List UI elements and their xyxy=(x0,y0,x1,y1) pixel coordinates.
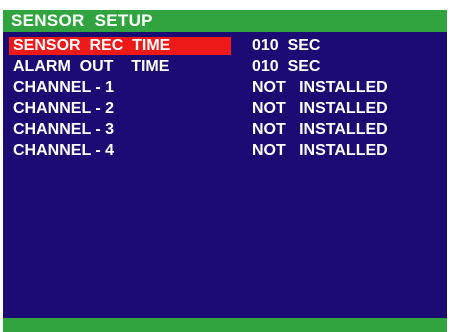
status-bar xyxy=(3,318,447,332)
menu-item-label[interactable]: ALARM OUT TIME xyxy=(9,58,231,76)
menu-item-value[interactable]: 010 SEC xyxy=(252,37,320,55)
menu-item-label[interactable]: SENSOR REC TIME xyxy=(9,37,231,55)
menu-item-value[interactable]: NOT INSTALLED xyxy=(252,100,388,118)
menu-row-sensor-rec-time[interactable]: SENSOR REC TIME 010 SEC xyxy=(3,37,447,55)
menu-row-channel-3[interactable]: CHANNEL - 3 NOT INSTALLED xyxy=(3,121,447,139)
menu-row-alarm-out-time[interactable]: ALARM OUT TIME 010 SEC xyxy=(3,58,447,76)
menu-row-channel-1[interactable]: CHANNEL - 1 NOT INSTALLED xyxy=(3,79,447,97)
menu-item-value[interactable]: 010 SEC xyxy=(252,58,320,76)
menu-item-label[interactable]: CHANNEL - 1 xyxy=(9,79,231,97)
osd-screen: SENSOR SETUP SENSOR REC TIME 010 SEC ALA… xyxy=(3,10,447,332)
menu-item-label[interactable]: CHANNEL - 2 xyxy=(9,100,231,118)
menu-row-channel-4[interactable]: CHANNEL - 4 NOT INSTALLED xyxy=(3,142,447,160)
menu-item-value[interactable]: NOT INSTALLED xyxy=(252,121,388,139)
menu-title: SENSOR SETUP xyxy=(3,10,447,32)
menu-row-channel-2[interactable]: CHANNEL - 2 NOT INSTALLED xyxy=(3,100,447,118)
menu-item-value[interactable]: NOT INSTALLED xyxy=(252,79,388,97)
menu-item-value[interactable]: NOT INSTALLED xyxy=(252,142,388,160)
menu-item-label[interactable]: CHANNEL - 4 xyxy=(9,142,231,160)
menu-item-label[interactable]: CHANNEL - 3 xyxy=(9,121,231,139)
